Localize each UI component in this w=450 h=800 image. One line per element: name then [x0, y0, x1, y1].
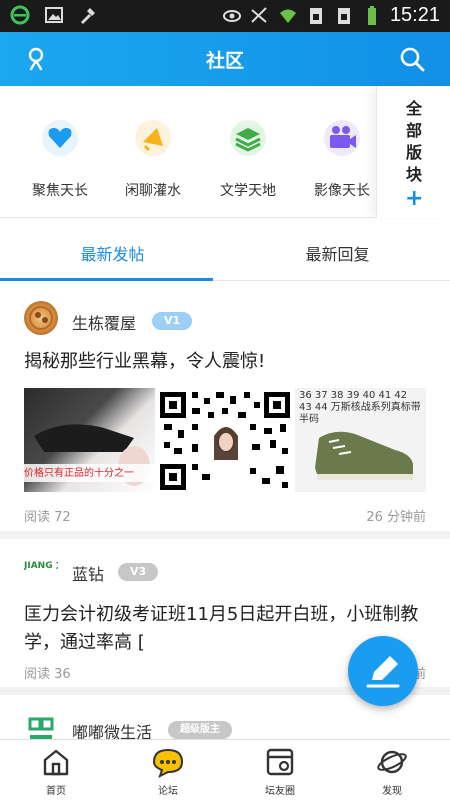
tab-latest-replies[interactable]: 最新回复	[225, 241, 450, 265]
status-bar: 15:21	[0, 0, 450, 32]
wifi-icon	[279, 9, 296, 23]
all-boards-label: 全 部 版 块	[405, 98, 423, 186]
sim1-icon	[309, 7, 322, 24]
all-boards-button[interactable]: 全 部 版 块 +	[376, 86, 450, 218]
category-label: 聚焦天长	[32, 183, 88, 199]
category-strip: 聚焦天长 闲聊灌水 文学天地 影像天长 全 部 版 块 +	[0, 86, 450, 218]
image-caption: 36 37 38 39 40 41 42 43 44 万斯核战系列真标带半码	[299, 390, 421, 425]
nav-item-forum[interactable]: 论坛	[112, 746, 224, 797]
sim2-icon	[337, 7, 350, 24]
ie-icon	[10, 5, 30, 25]
nav-label: 论坛	[158, 786, 178, 797]
tab-latest-posts[interactable]: 最新发帖	[0, 241, 225, 265]
read-count: 阅读 72	[24, 510, 71, 525]
layers-icon	[230, 120, 266, 156]
category-label: 闲聊灌水	[125, 183, 181, 199]
post-time: 26 分钟前	[366, 510, 426, 525]
category-item-chat[interactable]: 闲聊灌水	[108, 116, 198, 200]
post-image[interactable]	[160, 388, 291, 492]
post-username[interactable]: 生栋覆屋	[72, 310, 136, 334]
avatar[interactable]: JIANG 力会计	[24, 553, 58, 587]
image-icon	[45, 7, 63, 23]
category-item-literature[interactable]: 文学天地	[203, 116, 293, 200]
nav-label: 首页	[46, 786, 66, 797]
level-badge: V1	[152, 312, 193, 330]
level-badge: 超级版主	[168, 721, 232, 739]
category-item-video[interactable]: 影像天长	[297, 116, 387, 200]
post-image[interactable]: 36 37 38 39 40 41 42 43 44 万斯核战系列真标带半码	[295, 388, 426, 492]
avatar-text: JIANG 力会计	[24, 561, 58, 571]
nav-item-home[interactable]: 首页	[0, 746, 112, 797]
post-card[interactable]: 生栋覆屋 V1 揭秘那些行业黑幕，令人震惊! 价格只有正品的十分之一 36 37…	[0, 282, 450, 539]
post-username[interactable]: 蓝钻	[72, 561, 104, 585]
all-boards-char: 全	[405, 99, 422, 118]
megaphone-icon	[135, 120, 171, 156]
level-badge: V3	[118, 563, 159, 581]
nav-label: 发现	[382, 786, 402, 797]
post-image[interactable]: 价格只有正品的十分之一	[24, 388, 155, 492]
qr-code-image	[160, 388, 291, 492]
tab-indicator	[0, 278, 213, 281]
tool-icon	[81, 8, 95, 24]
video-icon	[324, 120, 360, 156]
app-header: 社区	[0, 32, 450, 86]
home-icon	[43, 749, 69, 776]
post-tabs: 最新发帖 最新回复	[0, 219, 450, 281]
all-boards-char: 版	[405, 143, 422, 162]
eye-icon	[222, 9, 241, 22]
chat-icon	[152, 748, 184, 778]
all-boards-char: 块	[405, 165, 422, 184]
pencil-icon	[366, 656, 400, 688]
nav-label: 坛友圈	[265, 786, 295, 797]
category-item-focus[interactable]: 聚焦天长	[15, 116, 105, 200]
plus-icon: +	[405, 186, 424, 211]
read-count: 阅读 36	[24, 667, 71, 682]
bottom-nav: 首页 论坛 坛友圈 发现	[0, 739, 450, 800]
image-caption: 价格只有正品的十分之一	[24, 468, 134, 479]
compose-button[interactable]	[348, 636, 418, 706]
page-title: 社区	[205, 50, 244, 72]
app-screen: 15:21 社区 聚焦天长 闲聊灌水 文学天地 影像天长 全 部 版 块 + 最…	[0, 0, 450, 800]
circle-icon	[266, 748, 294, 776]
nav-item-circle[interactable]: 坛友圈	[224, 746, 336, 797]
mute-icon	[251, 6, 267, 23]
heart-icon	[42, 120, 78, 156]
nav-item-discover[interactable]: 发现	[336, 746, 448, 797]
category-label: 文学天地	[220, 183, 276, 199]
post-images: 价格只有正品的十分之一 36 37 38 39 40 41 42 43 44 万…	[24, 388, 426, 492]
planet-icon	[377, 750, 407, 774]
all-boards-char: 部	[405, 121, 422, 140]
avatar[interactable]	[24, 301, 58, 335]
avatar-image	[29, 306, 53, 330]
category-label: 影像天长	[314, 183, 370, 199]
post-title[interactable]: 揭秘那些行业黑幕，令人震惊!	[24, 348, 428, 376]
clock: 15:21	[389, 4, 440, 26]
battery-icon	[367, 5, 376, 25]
search-icon[interactable]	[398, 45, 426, 73]
